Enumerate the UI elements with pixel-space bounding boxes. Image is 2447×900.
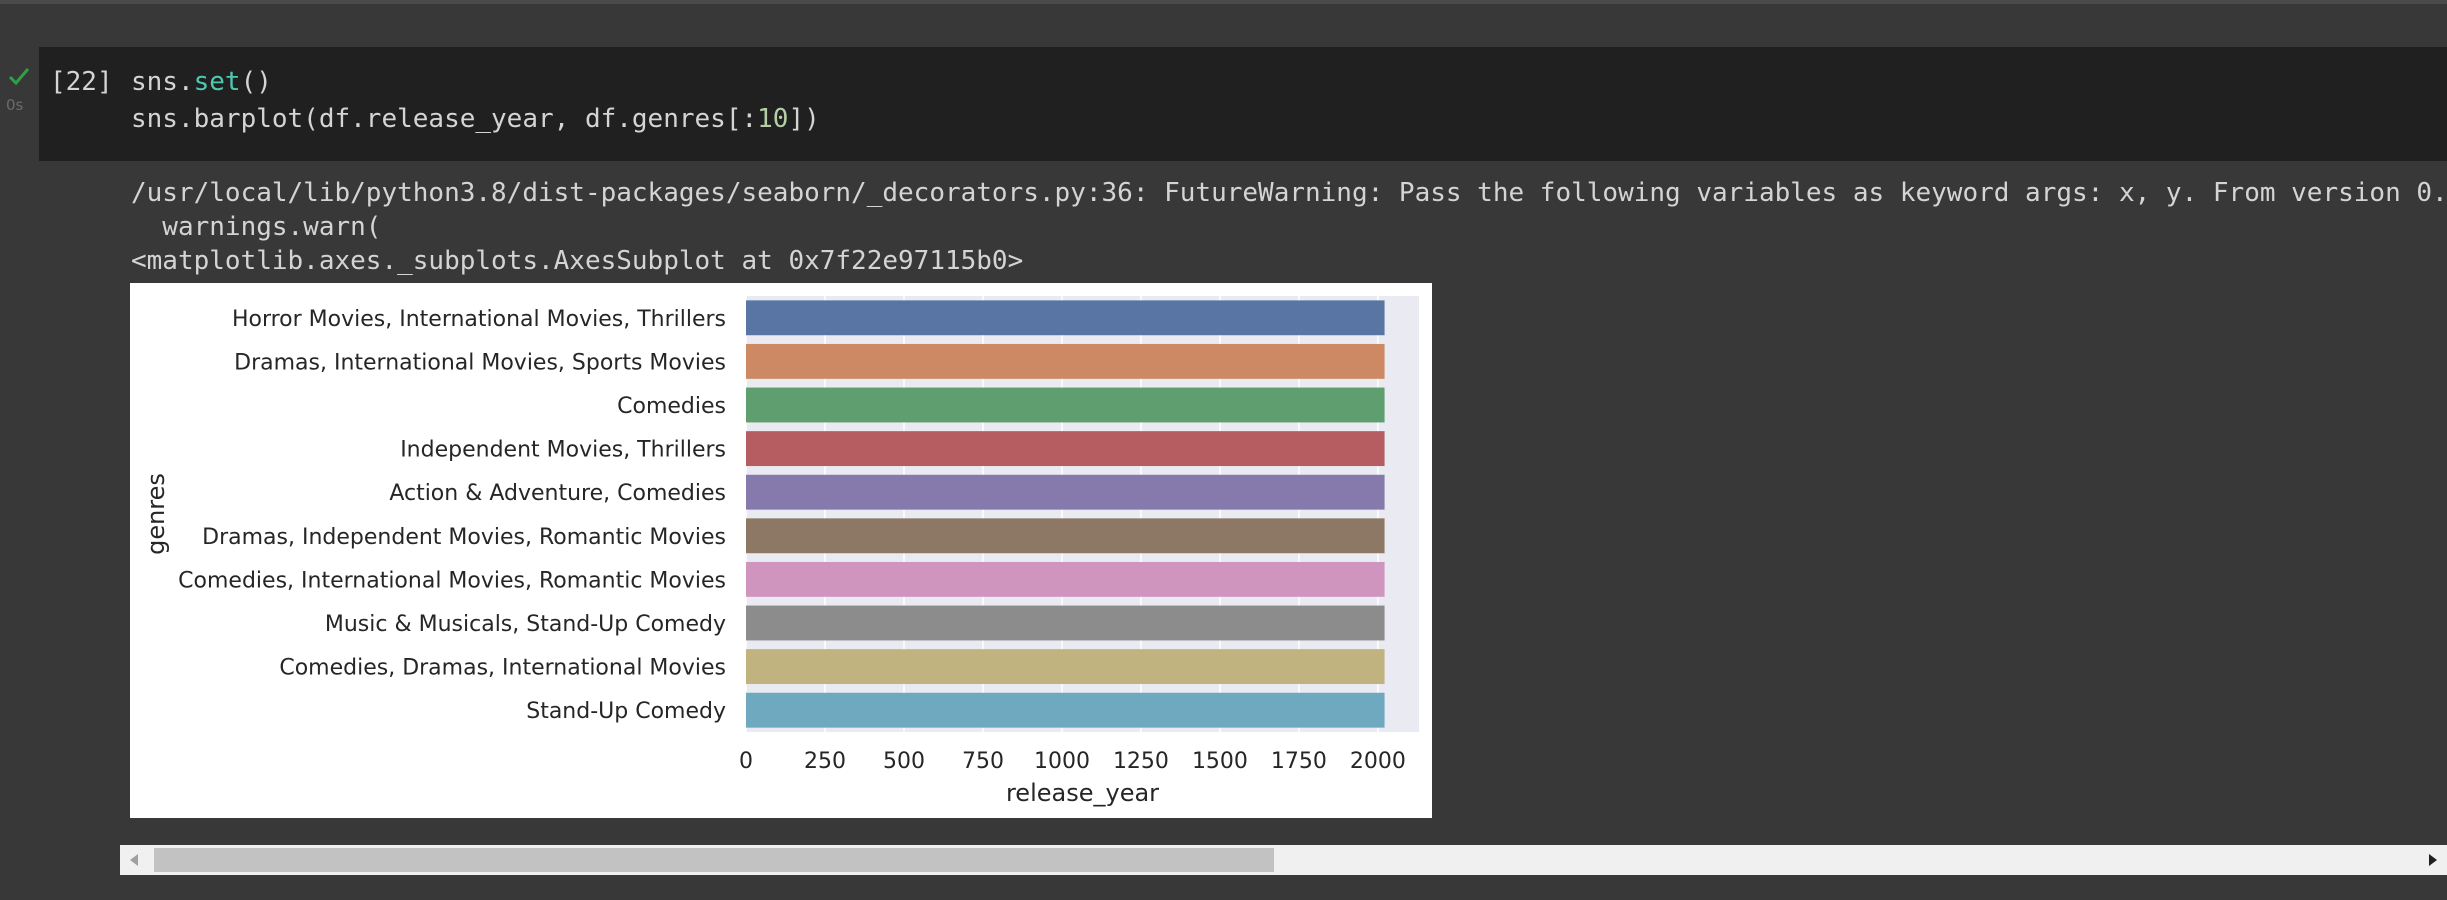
- y-tick-label: Dramas, International Movies, Sports Mov…: [234, 350, 726, 375]
- output-repr: <matplotlib.axes._subplots.AxesSubplot a…: [131, 246, 1024, 276]
- x-tick-label: 1000: [1034, 749, 1090, 774]
- triangle-right-icon[interactable]: [2427, 853, 2439, 867]
- x-tick-label: 0: [739, 749, 753, 774]
- x-tick-label: 2000: [1350, 749, 1406, 774]
- code-token-function: set: [193, 67, 241, 97]
- horizontal-scrollbar[interactable]: [120, 845, 2447, 875]
- y-tick-label: Comedies, International Movies, Romantic…: [178, 568, 726, 593]
- bar: [746, 561, 1385, 597]
- y-tick-label: Music & Musicals, Stand-Up Comedy: [325, 612, 726, 637]
- code-token: sns.barplot(df.release_year, df.genres[:: [131, 104, 758, 134]
- warning-text: /usr/local/lib/python3.8/dist-packages/s…: [131, 178, 2447, 208]
- code-line-1[interactable]: sns.set(): [131, 67, 272, 97]
- code-token: (): [240, 67, 272, 97]
- x-tick-label: 750: [962, 749, 1004, 774]
- bar: [746, 431, 1385, 467]
- y-tick-label: Horror Movies, International Movies, Thr…: [232, 307, 726, 332]
- x-tick-label: 1500: [1192, 749, 1248, 774]
- code-token: ]): [788, 104, 820, 134]
- y-tick-label: Independent Movies, Thrillers: [400, 438, 726, 463]
- y-tick-label: Comedies: [617, 394, 726, 419]
- execution-count: [22]: [50, 67, 113, 97]
- y-tick-label: Action & Adventure, Comedies: [389, 481, 726, 506]
- x-tick-label: 250: [804, 749, 846, 774]
- y-tick-label: Dramas, Independent Movies, Romantic Mov…: [202, 525, 726, 550]
- bar: [746, 300, 1385, 336]
- scrollbar-thumb[interactable]: [154, 848, 1274, 872]
- plot-output: Horror Movies, International Movies, Thr…: [130, 283, 1432, 818]
- bar: [746, 387, 1385, 423]
- code-token: sns.: [131, 67, 194, 97]
- x-tick-label: 1250: [1113, 749, 1169, 774]
- top-divider: [0, 0, 2447, 4]
- bar: [746, 692, 1385, 728]
- check-icon: [8, 68, 30, 86]
- y-tick-label: Comedies, Dramas, International Movies: [279, 656, 726, 681]
- bar: [746, 518, 1385, 554]
- bar: [746, 649, 1385, 685]
- y-tick-label: Stand-Up Comedy: [526, 699, 726, 724]
- y-axis-label: genres: [142, 473, 170, 555]
- code-line-2[interactable]: sns.barplot(df.release_year, df.genres[:…: [131, 104, 820, 134]
- x-axis-label: release_year: [1006, 779, 1159, 807]
- bar: [746, 343, 1385, 379]
- triangle-left-icon[interactable]: [128, 853, 140, 867]
- bar-chart: Horror Movies, International Movies, Thr…: [142, 296, 1419, 807]
- warning-call-text: warnings.warn(: [131, 212, 382, 242]
- code-token-number: 10: [757, 104, 789, 134]
- x-tick-label: 500: [883, 749, 925, 774]
- bar: [746, 474, 1385, 510]
- execution-time: 0s: [6, 96, 24, 114]
- x-tick-label: 1750: [1271, 749, 1327, 774]
- bar: [746, 605, 1385, 641]
